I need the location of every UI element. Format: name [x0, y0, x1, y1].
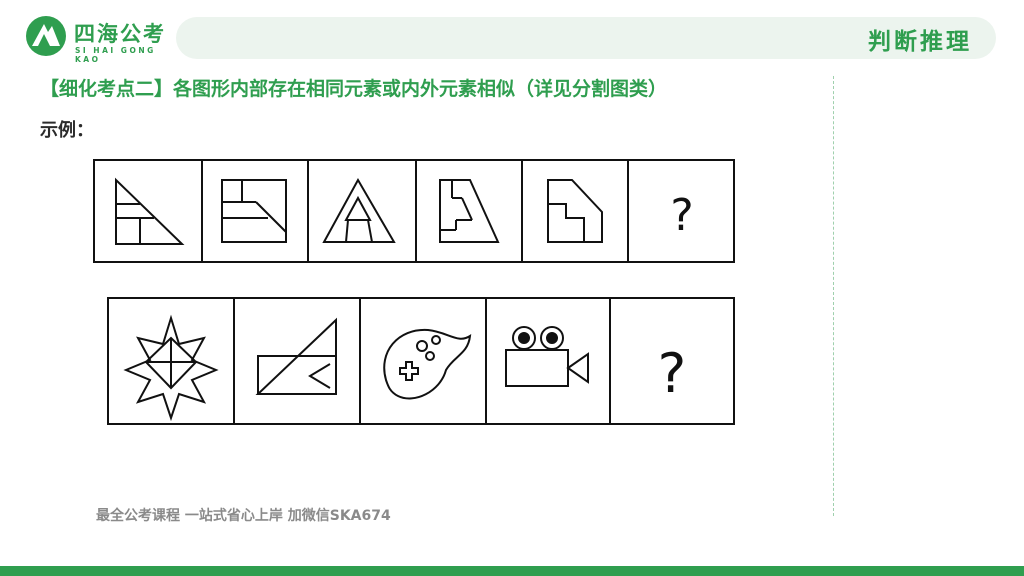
logo-text: 四海公考 — [74, 22, 166, 46]
example-label: 示例： — [40, 120, 94, 141]
logo-mountain-icon — [26, 16, 66, 56]
section-title: 判断推理 — [868, 29, 972, 55]
page-heading: 【细化考点二】各图形内部存在相同元素或内外元素相似（详见分割图类） — [40, 78, 668, 100]
puzzle-row-2: ? — [107, 297, 735, 425]
puzzle-row-1: ? — [93, 159, 735, 263]
logo-subtext: SI HAI GONG KAO — [75, 46, 156, 64]
question-mark: ? — [658, 342, 687, 405]
question-mark: ? — [670, 190, 693, 241]
bottom-bar — [0, 566, 1024, 576]
vertical-divider — [833, 76, 834, 516]
logo: 四海公考 SI HAI GONG KAO — [24, 14, 184, 64]
footer-promo-text: 最全公考课程 一站式省心上岸 加微信SKA674 — [96, 508, 391, 524]
